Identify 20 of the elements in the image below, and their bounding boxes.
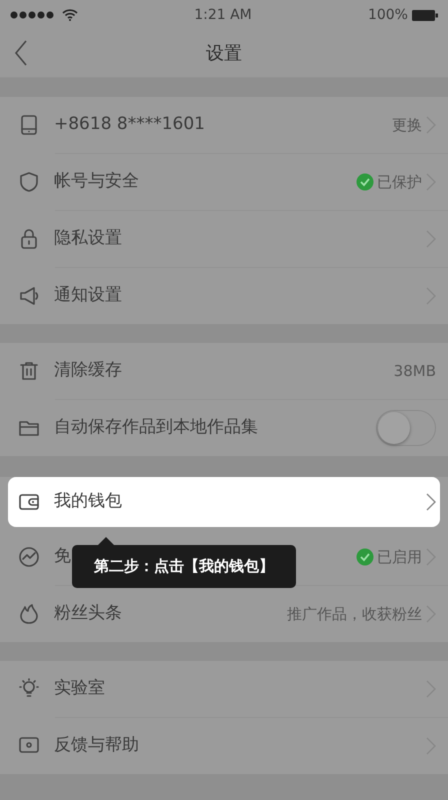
battery-percent: 100% xyxy=(368,6,408,24)
row-label: 免 xyxy=(54,545,71,568)
row-value: 已保护 xyxy=(377,172,422,193)
row-label: 清除缓存 xyxy=(54,359,122,382)
row-label: 自动保存作品到本地作品集 xyxy=(54,416,258,440)
row-value: 已启用 xyxy=(377,546,422,568)
row-label: +8618 8****1601 xyxy=(54,113,205,136)
page-title: 设置 xyxy=(206,42,242,66)
row-label: 粉丝头条 xyxy=(54,602,122,626)
row-value: 推广作品，收获粉丝 xyxy=(287,604,422,625)
tooltip: 第二步：点击【我的钱包】 xyxy=(72,545,296,588)
row-label: 实验室 xyxy=(54,677,105,700)
row-label: 我的钱包 xyxy=(54,490,122,514)
row-label: 帐号与安全 xyxy=(54,170,139,194)
row-value: 38MB xyxy=(394,360,436,382)
row-value: 更换 xyxy=(392,114,422,136)
row-label: 反馈与帮助 xyxy=(54,734,139,758)
status-time: 1:21 AM xyxy=(194,6,252,24)
row-label: 通知设置 xyxy=(54,284,122,308)
row-label: 隐私设置 xyxy=(54,227,122,250)
